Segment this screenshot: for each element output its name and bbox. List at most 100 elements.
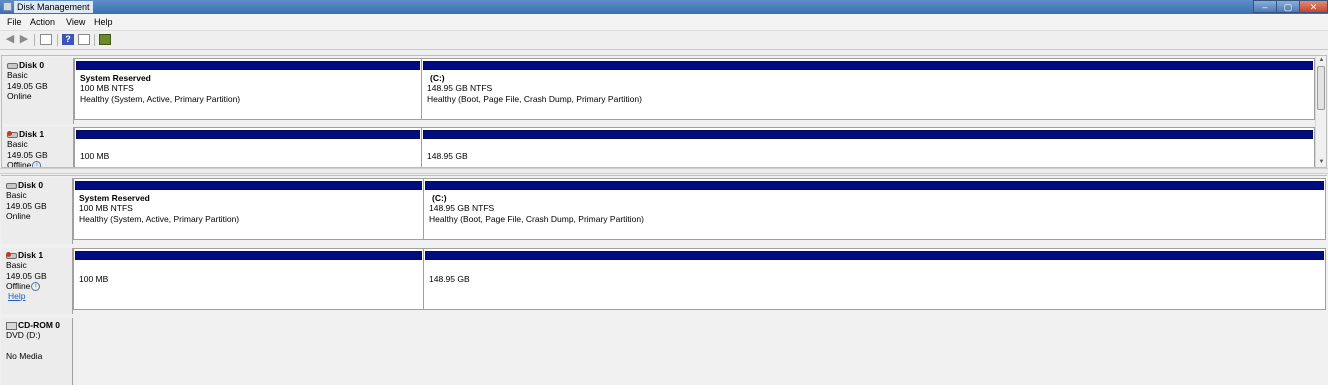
toolbar-separator (34, 34, 35, 46)
show-hide-console-tree-icon[interactable] (40, 34, 52, 45)
cd-drive-icon (6, 321, 17, 330)
properties-icon[interactable] (78, 34, 90, 45)
partition[interactable]: (C:) 148.95 GB NTFS Healthy (Boot, Page … (421, 59, 1314, 119)
disk-name: Disk 1 (18, 250, 44, 260)
partition[interactable]: (C:) 148.95 GB NTFS Healthy (Boot, Page … (423, 179, 1325, 239)
cdrom-empty-area (73, 318, 1327, 385)
disk-status: Online (6, 210, 31, 221)
disk-info[interactable]: Disk 1 Basic 149.05 GB Offline i (2, 127, 74, 168)
partition[interactable]: System Reserved 100 MB NTFS Healthy (Sys… (75, 59, 421, 119)
partition-header-bar (423, 61, 1313, 70)
close-button[interactable]: ✕ (1299, 0, 1328, 13)
menu-help[interactable]: Help (94, 17, 113, 27)
disk-type: Basic (6, 260, 27, 271)
partition-size: 100 MB (80, 151, 110, 161)
minimize-button[interactable]: – (1253, 0, 1277, 13)
cdrom-row: CD-ROM 0 DVD (D:) No Media (1, 318, 1327, 385)
info-icon: i (32, 161, 42, 167)
disk-size: 149.05 GB (7, 149, 48, 160)
info-icon: i (31, 282, 41, 292)
vertical-scrollbar[interactable]: ▲ ▼ (1315, 56, 1326, 167)
partition-area: 100 MB 148.95 GB (73, 248, 1326, 310)
forward-arrow-icon[interactable]: ▶ (18, 34, 30, 45)
partition[interactable]: 148.95 GB (421, 128, 1314, 167)
disk-row: Disk 1 Basic 149.05 GB Offline i 100 MB 1… (2, 127, 1315, 168)
toolbar-separator (94, 34, 95, 46)
partition-header-bar (76, 130, 420, 139)
partition-header-bar (75, 251, 422, 260)
partition-status: Healthy (System, Active, Primary Partiti… (79, 213, 240, 224)
partition-area: System Reserved 100 MB NTFS Healthy (Sys… (74, 58, 1315, 120)
disk-row: Disk 0 Basic 149.05 GB Online System Res… (2, 58, 1315, 124)
hard-disk-icon (7, 62, 18, 69)
menu-view[interactable]: View (66, 17, 85, 27)
disk-list-top-pane: Disk 0 Basic 149.05 GB Online System Res… (1, 55, 1327, 168)
disk-list-bottom-pane: Disk 0 Basic 149.05 GB Online System Res… (1, 175, 1327, 385)
disk-size: 149.05 GB (7, 80, 48, 91)
disk-info[interactable]: Disk 1 Basic 149.05 GB Offline i Help (1, 248, 73, 314)
disk-info[interactable]: Disk 0 Basic 149.05 GB Online (1, 178, 73, 244)
scrollbar-thumb[interactable] (1317, 66, 1325, 110)
partition-area: 100 MB 148.95 GB (74, 127, 1315, 167)
partition-status: Healthy (System, Active, Primary Partiti… (80, 93, 241, 104)
partition-label: (C:) (432, 193, 447, 203)
partition-area: System Reserved 100 MB NTFS Healthy (Sys… (73, 178, 1326, 240)
disk-info[interactable]: Disk 0 Basic 149.05 GB Online (2, 58, 74, 124)
menu-bar: File Action View Help (0, 14, 1328, 31)
cdrom-info[interactable]: CD-ROM 0 DVD (D:) No Media (1, 318, 73, 385)
partition-size: 148.95 GB (429, 274, 470, 284)
partition-label: System Reserved (80, 73, 151, 83)
disk-management-app-icon (3, 2, 12, 11)
disk-size: 149.05 GB (6, 270, 47, 281)
disk-size: 149.05 GB (6, 200, 47, 211)
partition-size: 148.95 GB (427, 151, 468, 161)
help-icon[interactable]: ? (62, 34, 74, 45)
partition-label: System Reserved (79, 193, 150, 203)
partition[interactable]: System Reserved 100 MB NTFS Healthy (Sys… (74, 179, 423, 239)
window-title: Disk Management (14, 1, 93, 13)
maximize-button[interactable]: ▢ (1276, 0, 1300, 13)
cdrom-name: CD-ROM 0 (18, 320, 61, 330)
partition-size: 100 MB NTFS (79, 203, 133, 214)
partition[interactable]: 100 MB (74, 249, 423, 309)
partition-label: (C:) (430, 73, 445, 83)
partition-header-bar (425, 181, 1324, 190)
disk-status: Offline (6, 280, 31, 291)
rescan-disks-icon[interactable] (99, 34, 111, 45)
disk-type: Basic (7, 139, 28, 150)
partition-status: Healthy (Boot, Page File, Crash Dump, Pr… (429, 213, 644, 224)
cdrom-media: No Media (6, 350, 43, 361)
partition-header-bar (425, 251, 1324, 260)
pane-splitter[interactable] (0, 168, 1328, 174)
menu-file[interactable]: File (7, 17, 22, 27)
disk-type: Basic (6, 190, 27, 201)
toolbar: ◀ ▶ ? (0, 31, 1328, 50)
scroll-down-icon[interactable]: ▼ (1316, 158, 1326, 167)
disk-name: Disk 0 (19, 60, 45, 70)
back-arrow-icon[interactable]: ◀ (4, 34, 16, 45)
disk-name: Disk 0 (18, 180, 44, 190)
partition-header-bar (423, 130, 1313, 139)
disk-status: Online (7, 90, 32, 101)
partition-size: 148.95 GB NTFS (427, 83, 493, 94)
partition-size: 100 MB (79, 274, 109, 284)
title-bar: Disk Management – ▢ ✕ (0, 0, 1328, 14)
disk-type: Basic (7, 70, 28, 81)
disk-name: Disk 1 (19, 129, 45, 139)
hard-disk-offline-icon (7, 130, 18, 138)
partition[interactable]: 148.95 GB (423, 249, 1325, 309)
hard-disk-offline-icon (6, 251, 17, 259)
partition-header-bar (75, 181, 422, 190)
partition-status: Healthy (Boot, Page File, Crash Dump, Pr… (427, 93, 642, 104)
partition-size: 148.95 GB NTFS (429, 203, 495, 214)
partition-header-bar (76, 61, 420, 70)
hard-disk-icon (6, 182, 17, 189)
scroll-up-icon[interactable]: ▲ (1316, 56, 1326, 65)
disk-row: Disk 0 Basic 149.05 GB Online System Res… (1, 178, 1327, 244)
menu-action[interactable]: Action (30, 17, 55, 27)
cdrom-type: DVD (D:) (6, 330, 41, 341)
disk-status: Offline (7, 159, 32, 168)
partition[interactable]: 100 MB (75, 128, 421, 167)
help-link[interactable]: Help (6, 291, 25, 301)
partition-size: 100 MB NTFS (80, 83, 134, 94)
